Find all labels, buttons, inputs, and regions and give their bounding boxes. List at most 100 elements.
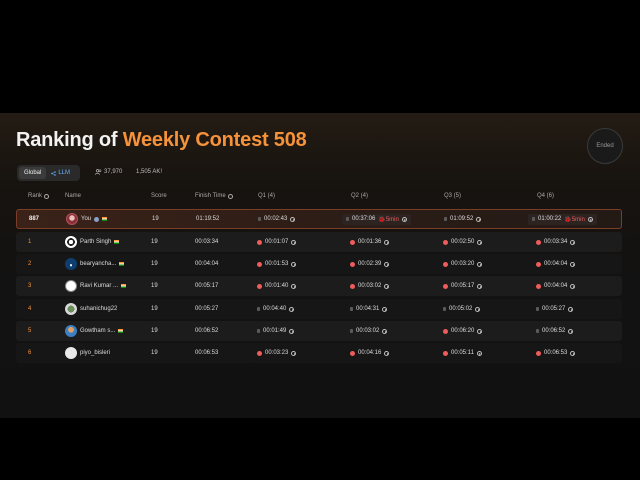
user-cell[interactable]: Ravi Kumar ... [65, 276, 127, 296]
play-icon[interactable] [384, 261, 390, 267]
play-icon[interactable] [289, 328, 295, 334]
avatar[interactable] [65, 258, 77, 270]
submission-time: 00:05:02 [443, 306, 481, 312]
user-cell[interactable]: Gowtham s... [65, 321, 124, 341]
finish-time-cell: 00:06:53 [195, 350, 219, 356]
table-row[interactable]: 3 Ravi Kumar ... 19 00:05:17 00:01:40 00:03:0… [16, 276, 622, 296]
table-header: Rank Name Score Finish Time Q1 (4) Q2 (4… [17, 193, 623, 205]
table-row[interactable]: 1 Parth Singh 19 00:03:34 00:01:07 00:01:36 00… [16, 232, 622, 252]
llm-tab[interactable]: LLM [46, 167, 75, 179]
play-icon[interactable] [477, 239, 483, 245]
play-icon[interactable] [290, 216, 296, 222]
info-icon[interactable] [44, 193, 50, 199]
play-icon[interactable] [477, 328, 483, 334]
user-name[interactable]: You [81, 216, 91, 222]
table-row[interactable]: 5 Gowtham s... 19 00:06:52 00:01:49 00:03:02 0… [16, 321, 622, 341]
user-cell[interactable]: piyo_bisleri [65, 343, 110, 363]
play-icon[interactable] [382, 328, 388, 334]
play-icon[interactable] [384, 239, 390, 245]
submission-time: 00:03:34 [536, 239, 576, 245]
submission-time: 00:04:04 [536, 283, 576, 289]
language-icon [443, 307, 446, 311]
global-tab[interactable]: Global [19, 167, 47, 179]
user-cell[interactable]: Parth Singh [65, 232, 120, 252]
user-name[interactable]: Ravi Kumar ... [80, 283, 118, 289]
finish-time-cell: 01:19:52 [196, 216, 220, 222]
play-icon[interactable] [401, 216, 407, 222]
q4-time: 00:03:34 [544, 239, 568, 245]
user-name[interactable]: Parth Singh [80, 239, 111, 245]
user-name[interactable]: piyo_bisleri [80, 350, 110, 356]
submission-time: 00:03:02 [350, 283, 390, 289]
submission-time: 00:06:20 [443, 328, 483, 334]
users-icon [95, 169, 102, 175]
q1-header: Q1 (4) [258, 193, 276, 199]
play-icon[interactable] [568, 328, 574, 334]
q1-time: 00:03:23 [265, 350, 289, 356]
language-icon [536, 307, 539, 311]
user-name[interactable]: bearyancha... [80, 261, 116, 267]
play-icon[interactable] [570, 261, 576, 267]
play-icon[interactable] [291, 261, 297, 267]
info-icon[interactable] [227, 193, 233, 199]
play-icon[interactable] [289, 306, 295, 312]
user-name[interactable]: suhanichug22 [80, 306, 117, 312]
accepted-icon [443, 261, 448, 267]
avatar[interactable] [66, 213, 78, 225]
play-icon[interactable] [475, 306, 481, 312]
ranking-filter-toggle[interactable]: Global LLM [17, 165, 80, 181]
participants-stat: 37,970 [95, 169, 122, 175]
accepted-icon [350, 239, 355, 245]
q3-cell: 00:05:11 [443, 343, 482, 363]
play-icon[interactable] [587, 216, 593, 222]
avatar[interactable] [65, 325, 77, 337]
avatar[interactable] [65, 303, 77, 315]
my-ranking-row[interactable]: 887 You 19 01:19:52 00:02:43 00:37:06 🐞5min 01:… [16, 209, 622, 229]
play-icon[interactable] [570, 239, 576, 245]
finish-time-header: Finish Time [195, 193, 233, 199]
q3-time: 01:09:52 [450, 216, 474, 222]
q2-cell: 00:02:39 [350, 254, 390, 274]
q4-cell: 00:06:53 [536, 343, 576, 363]
q4-time: 01:00:22 [538, 216, 562, 222]
play-icon[interactable] [570, 350, 576, 356]
submission-time: 00:01:49 [257, 328, 295, 334]
play-icon[interactable] [384, 283, 390, 289]
q1-cell: 00:01:40 [257, 276, 297, 296]
user-cell[interactable]: bearyancha... [65, 254, 125, 274]
play-icon[interactable] [476, 216, 482, 222]
accepted-icon [443, 283, 448, 289]
submission-time: 00:03:20 [443, 261, 483, 267]
user-cell[interactable]: You [66, 210, 108, 228]
play-icon[interactable] [382, 306, 388, 312]
play-icon[interactable] [477, 261, 483, 267]
submission-time: 00:02:50 [443, 239, 483, 245]
table-row[interactable]: 2 bearyancha... 19 00:04:04 00:01:53 00:02:39… [16, 254, 622, 274]
avatar[interactable] [65, 347, 77, 359]
q4-cell: 00:04:04 [536, 276, 576, 296]
q2-cell: 00:04:31 [350, 299, 388, 319]
accepted-icon [443, 350, 448, 356]
avatar[interactable] [65, 280, 77, 292]
q2-cell: 00:37:06 🐞5min [342, 210, 411, 228]
submission-time: 00:06:52 [536, 328, 574, 334]
rank-cell: 5 [28, 328, 32, 334]
play-icon[interactable] [291, 239, 297, 245]
table-row[interactable]: 4 suhanichug22 19 00:05:27 00:04:40 00:04:31 0… [16, 299, 622, 319]
play-icon[interactable] [291, 283, 297, 289]
avatar[interactable] [65, 236, 77, 248]
play-icon[interactable] [476, 350, 482, 356]
play-icon[interactable] [384, 350, 390, 356]
user-name[interactable]: Gowtham s... [80, 328, 115, 334]
play-icon[interactable] [291, 350, 297, 356]
finish-time-cell: 00:04:04 [195, 261, 219, 267]
q1-time: 00:01:53 [265, 261, 289, 267]
table-row[interactable]: 6 piyo_bisleri 19 00:06:53 00:03:23 00:04:16 0… [16, 343, 622, 363]
q2-time: 00:03:02 [356, 328, 380, 334]
rank-cell: 4 [28, 306, 32, 312]
user-cell[interactable]: suhanichug22 [65, 299, 117, 319]
accepted-icon [350, 283, 355, 289]
play-icon[interactable] [570, 283, 576, 289]
play-icon[interactable] [568, 306, 574, 312]
play-icon[interactable] [477, 283, 483, 289]
